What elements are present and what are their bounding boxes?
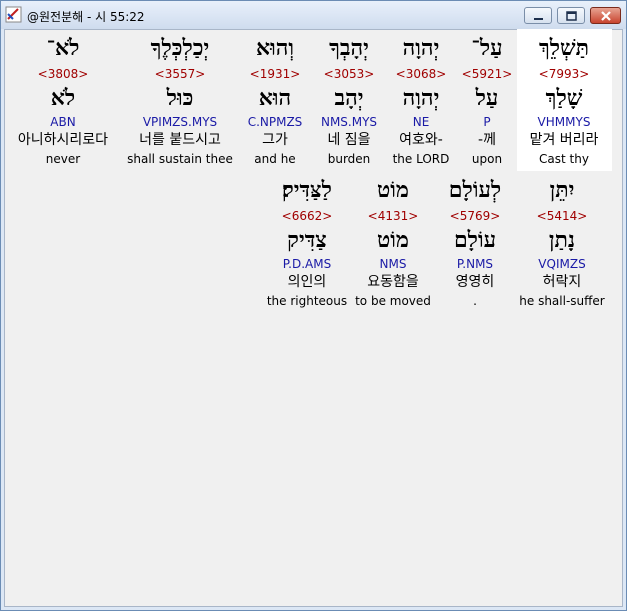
close-button[interactable] xyxy=(590,7,621,24)
hebrew-word: מוֹט xyxy=(377,177,409,203)
strong-number[interactable]: <6662> xyxy=(262,208,352,224)
morphology-code: C.NPMZS xyxy=(247,115,303,129)
word-cell[interactable]: לַצַּדִּיק׃ <6662> צַדִּיק P.D.AMS 의인의 t… xyxy=(262,175,352,310)
morphology-code: VQIMZS xyxy=(538,257,586,271)
minimize-icon xyxy=(534,18,543,20)
maximize-icon xyxy=(566,11,577,21)
hebrew-word: יְכַלְכְּלֶךָ xyxy=(150,35,210,61)
hebrew-lemma: נָתַן xyxy=(548,227,576,253)
word-cell[interactable]: יִתֵּן <5414> נָתַן VQIMZS 허락지 he shall-… xyxy=(517,175,607,310)
hebrew-word: וְהוּא xyxy=(255,35,295,61)
morphology-code: NMS xyxy=(379,257,407,271)
morphology-code: VHMMYS xyxy=(537,115,591,129)
hebrew-word: לַצַּדִּיק׃ xyxy=(282,177,332,203)
english-gloss: shall sustain thee xyxy=(127,152,233,166)
hebrew-word: לֹא־ xyxy=(46,35,80,61)
morphology-code: P.NMS xyxy=(456,257,494,271)
korean-gloss: 아니하시리로다 xyxy=(17,132,109,148)
korean-gloss: 그가 xyxy=(262,132,288,148)
hebrew-lemma: שָׁלַךְ xyxy=(545,85,583,111)
app-window: @원전분해 - 시 55:22 תַּשְׁלֵךְ <7993> שָׁלַך… xyxy=(0,0,627,611)
strong-number[interactable]: <3808> xyxy=(18,66,108,82)
morphology-code: VPIMZS.MYS xyxy=(142,115,218,129)
hebrew-lemma: מוֹט xyxy=(377,227,409,253)
word-cell[interactable]: יְכַלְכְּלֶךָ <3557> כּוּל VPIMZS.MYS 너를… xyxy=(127,33,233,168)
hebrew-lemma: הוּא xyxy=(258,85,292,111)
strong-number[interactable]: <5769> xyxy=(430,208,520,224)
close-icon xyxy=(601,11,611,21)
morphology-code: P.D.AMS xyxy=(282,257,332,271)
strong-number[interactable]: <7993> xyxy=(519,66,609,82)
hebrew-lemma: עוֹלָם xyxy=(453,227,497,253)
strong-number[interactable]: <1931> xyxy=(230,66,320,82)
english-gloss: never xyxy=(45,152,81,166)
strong-number[interactable]: <3557> xyxy=(135,66,225,82)
title-bar[interactable]: @원전분해 - 시 55:22 xyxy=(1,1,626,29)
korean-gloss: 너를 붙드시고 xyxy=(139,132,221,148)
strong-number[interactable]: <5414> xyxy=(517,208,607,224)
minimize-button[interactable] xyxy=(524,7,552,24)
hebrew-word: לְעוֹלָם xyxy=(448,177,502,203)
korean-gloss: 의인의 xyxy=(287,274,327,290)
word-cell[interactable]: לֹא־ <3808> לֹא ABN 아니하시리로다 never xyxy=(18,33,108,168)
morphology-code: ABN xyxy=(50,115,76,129)
hebrew-lemma: כּוּל xyxy=(166,85,194,111)
app-icon xyxy=(5,6,22,23)
maximize-button[interactable] xyxy=(557,7,585,24)
hebrew-word: תַּשְׁלֵךְ xyxy=(538,35,590,61)
strong-number[interactable]: <4131> xyxy=(348,208,438,224)
window-title: @원전분해 - 시 55:22 xyxy=(27,10,145,24)
english-gloss: the righteous xyxy=(266,294,348,308)
hebrew-word: יִתֵּן xyxy=(549,177,575,203)
word-cell[interactable]: וְהוּא <1931> הוּא C.NPMZS 그가 and he xyxy=(230,33,320,168)
hebrew-lemma: צַדִּיק xyxy=(287,227,327,253)
english-gloss: and he xyxy=(254,152,296,166)
hebrew-lemma: לֹא xyxy=(50,85,76,111)
